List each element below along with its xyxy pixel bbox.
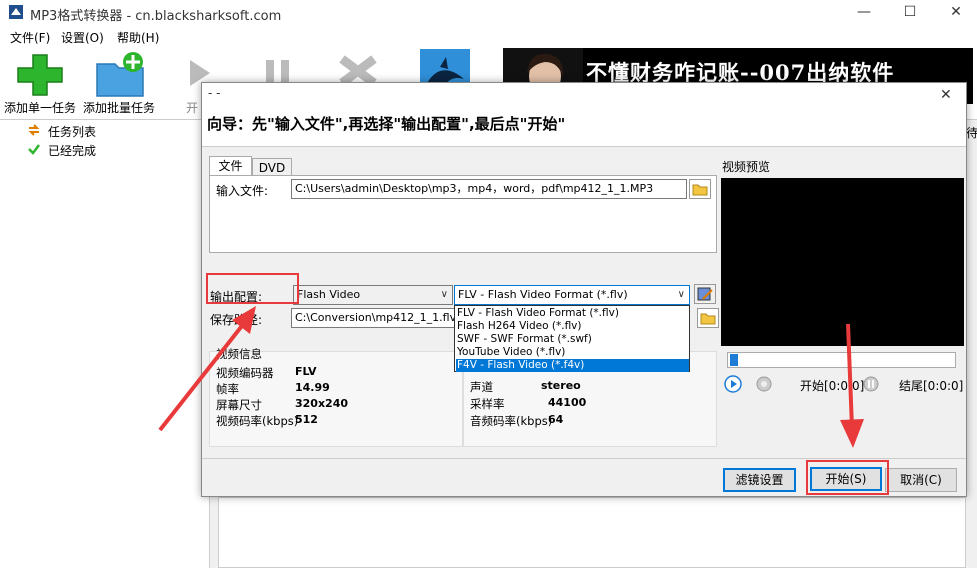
dialog-title: - - <box>208 86 221 100</box>
video-codec-value: FLV <box>295 365 317 378</box>
preview-label: 视频预览 <box>722 160 771 174</box>
output-format-dropdown: FLV - Flash Video Format (*.flv) Flash H… <box>454 305 690 372</box>
settings-preview-button[interactable] <box>755 375 773 393</box>
menu-file[interactable]: 文件(F) <box>10 29 50 46</box>
app-icon <box>8 4 24 20</box>
format-option[interactable]: FLV - Flash Video Format (*.flv) <box>456 307 689 320</box>
dialog-close-button[interactable]: ✕ <box>940 87 952 103</box>
dialog-divider <box>202 458 966 459</box>
frame-rate-value: 14.99 <box>295 381 330 394</box>
video-bitrate-value: 512 <box>295 413 318 426</box>
folder-open-icon <box>692 184 708 196</box>
audio-bitrate-value: 64 <box>548 413 564 426</box>
output-category-select[interactable]: Flash Video ∨ <box>293 285 453 305</box>
annotation-arrow-icon <box>158 306 256 432</box>
format-option[interactable]: YouTube Video (*.flv) <box>456 346 689 359</box>
annotation-box-start <box>806 460 889 495</box>
screen-size-value: 320x240 <box>295 397 349 410</box>
edit-profile-button[interactable] <box>694 284 716 304</box>
browse-output-button[interactable] <box>697 308 719 328</box>
chevron-down-icon: ∨ <box>677 289 685 300</box>
sample-rate-value: 44100 <box>548 396 587 409</box>
browse-input-button[interactable] <box>689 179 711 199</box>
filter-settings-button[interactable]: 滤镜设置 <box>723 468 796 492</box>
output-format-select[interactable]: FLV - Flash Video Format (*.flv) ∨ <box>454 285 690 305</box>
output-category-value: Flash Video <box>297 288 361 301</box>
minimize-button[interactable]: — <box>841 0 887 26</box>
input-file-label: 输入文件: <box>216 184 269 198</box>
maximize-button[interactable]: ☐ <box>887 0 933 26</box>
format-option[interactable]: SWF - SWF Format (*.swf) <box>456 333 689 346</box>
add-batch-task-button[interactable] <box>95 52 147 98</box>
checkmark-icon <box>27 142 41 156</box>
window-close-button[interactable]: ✕ <box>933 0 977 26</box>
format-option-selected[interactable]: F4V - Flash Video (*.f4v) <box>456 359 689 372</box>
seek-handle[interactable] <box>730 354 738 366</box>
window-title: MP3格式转换器 - cn.blacksharksoft.com <box>30 9 282 24</box>
sample-rate-label: 采样率 <box>470 397 505 411</box>
format-option[interactable]: Flash H264 Video (*.flv) <box>456 320 689 333</box>
right-edge-text: 待 <box>966 126 977 140</box>
start-task-label: 开 <box>186 101 199 115</box>
channels-value: stereo <box>541 379 581 392</box>
tree-item-task-list[interactable]: 任务列表 <box>48 123 96 140</box>
folder-open-icon <box>700 313 716 325</box>
edit-settings-icon <box>697 287 713 301</box>
cancel-button[interactable]: 取消(C) <box>885 468 957 492</box>
play-circle-icon <box>724 375 742 393</box>
audio-bitrate-label: 音频码率(kbps) <box>470 414 553 428</box>
end-point-label: 结尾[0:0:0] <box>899 379 964 393</box>
add-batch-task-label: 添加批量任务 <box>83 101 156 115</box>
tab-file[interactable]: 文件 <box>209 156 252 176</box>
chevron-down-icon: ∨ <box>440 289 448 300</box>
tree-item-completed[interactable]: 已经完成 <box>48 142 96 159</box>
tab-dvd[interactable]: DVD <box>252 158 292 176</box>
play-preview-button[interactable] <box>724 375 742 393</box>
menu-help[interactable]: 帮助(H) <box>117 29 159 46</box>
add-single-task-button[interactable] <box>16 53 64 97</box>
folder-add-icon <box>96 52 144 97</box>
save-path-field[interactable]: C:\Conversion\mp412_1_1.flv <box>291 308 455 328</box>
annotation-arrow-icon <box>840 323 864 448</box>
gear-icon <box>756 376 772 392</box>
plus-icon <box>17 54 63 96</box>
task-detail-panel <box>218 497 966 568</box>
wizard-instruction: 向导：先"输入文件",再选择"输出配置",最后点"开始" <box>207 115 566 133</box>
output-format-value: FLV - Flash Video Format (*.flv) <box>458 288 628 301</box>
channels-label: 声道 <box>470 380 493 394</box>
refresh-icon <box>27 123 41 137</box>
add-single-task-label: 添加单一任务 <box>4 101 77 115</box>
input-file-field[interactable]: C:\Users\admin\Desktop\mp3，mp4，word，pdf\… <box>291 179 687 199</box>
menu-settings[interactable]: 设置(O) <box>61 29 104 46</box>
